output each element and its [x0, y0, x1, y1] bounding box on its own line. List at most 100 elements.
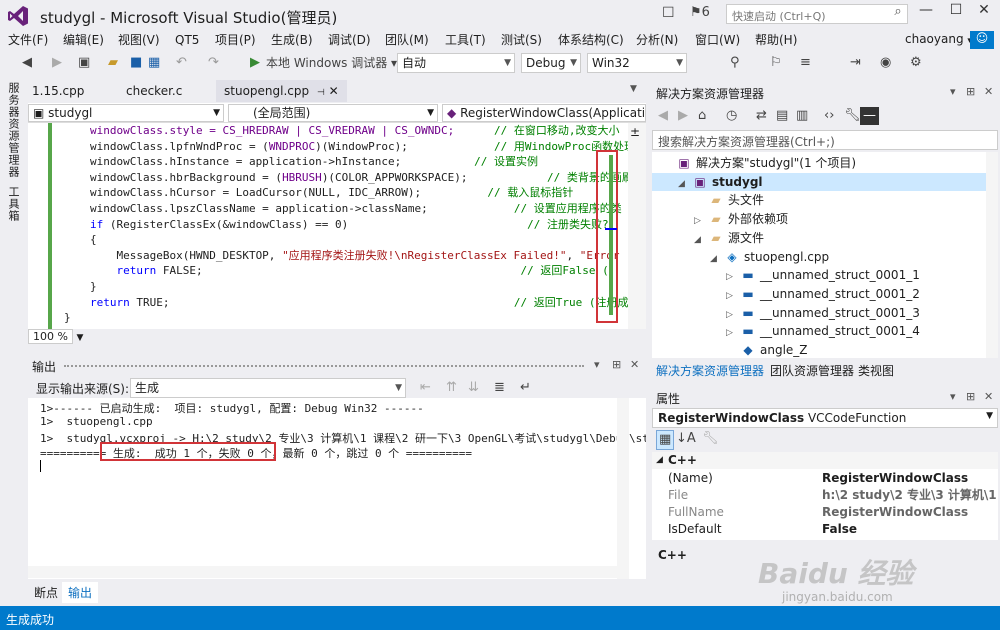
- expand-arrow-icon[interactable]: ▷: [726, 268, 740, 286]
- menu-item[interactable]: 测试(S): [501, 32, 542, 48]
- solution-configuration-combo[interactable]: Debug ▼: [521, 53, 581, 73]
- panel-menu-icon[interactable]: ▾: [950, 390, 956, 403]
- tree-scrollbar[interactable]: [986, 152, 998, 358]
- close-panel-icon[interactable]: ✕: [984, 85, 993, 98]
- close-panel-icon[interactable]: ✕: [984, 390, 993, 403]
- output-text[interactable]: 1>------ 已启动生成: 项目: studygl, 配置: Debug W…: [28, 398, 646, 579]
- panel-menu-icon[interactable]: ▾: [950, 85, 956, 98]
- function-combo[interactable]: ◆ RegisterWindowClass(Applicatio: [442, 104, 646, 122]
- output-horizontal-scrollbar[interactable]: [28, 566, 617, 578]
- property-row[interactable]: (Name) RegisterWindowClass: [652, 470, 998, 487]
- menu-item[interactable]: 工具(T): [445, 32, 486, 48]
- expand-arrow-icon[interactable]: ◢: [694, 231, 708, 249]
- property-row[interactable]: FullName RegisterWindowClass: [652, 504, 998, 521]
- comment-icon[interactable]: ≡: [800, 54, 811, 72]
- toolbox-tab[interactable]: 工具箱: [5, 186, 21, 222]
- word-wrap-icon[interactable]: ↵: [520, 379, 531, 397]
- close-panel-icon[interactable]: ✕: [630, 358, 639, 371]
- forward-icon[interactable]: ▶: [52, 54, 62, 72]
- back-icon[interactable]: ◀: [22, 54, 32, 72]
- tree-item[interactable]: ◢ ▣ studygl: [652, 172, 998, 193]
- tree-item[interactable]: ▷ ▬ __unnamed_struct_0001_3: [652, 304, 998, 322]
- code-editor[interactable]: windowClass.style = CS_HREDRAW | CS_VRED…: [28, 123, 646, 329]
- home-icon[interactable]: ⌂: [698, 107, 706, 125]
- property-category[interactable]: ◢ C++: [652, 452, 998, 469]
- user-avatar[interactable]: ☺: [970, 31, 994, 49]
- expand-arrow-icon[interactable]: ▷: [694, 212, 708, 230]
- maximize-button[interactable]: ☐: [942, 2, 970, 26]
- split-icon[interactable]: ±: [630, 125, 640, 139]
- tab-output[interactable]: 输出: [62, 582, 99, 603]
- feedback-icon[interactable]: ☐: [662, 5, 675, 21]
- menu-item[interactable]: 体系结构(C): [558, 32, 624, 48]
- pin-icon[interactable]: ⊞: [612, 358, 621, 371]
- bookmark-icon[interactable]: ⚐: [770, 54, 782, 72]
- tree-item[interactable]: ▰ 头文件: [652, 191, 998, 209]
- menu-item[interactable]: 窗口(W): [695, 32, 740, 48]
- solution-search-input[interactable]: 搜索解决方案资源管理器(Ctrl+;): [652, 130, 998, 150]
- user-name[interactable]: chaoyang ▾: [905, 32, 972, 46]
- quick-launch-input[interactable]: 快速启动 (Ctrl+Q): [726, 4, 908, 24]
- save-all-icon[interactable]: ▦: [148, 54, 160, 72]
- start-debug-icon[interactable]: ▶: [250, 54, 260, 72]
- expand-arrow-icon[interactable]: ▷: [726, 287, 740, 305]
- forward-icon[interactable]: ▶: [678, 107, 688, 125]
- pending-changes-icon[interactable]: ◷: [726, 107, 737, 125]
- tab-solution-explorer[interactable]: 解决方案资源管理器: [656, 362, 764, 379]
- goto-prev-message-icon[interactable]: ⇤: [420, 379, 431, 397]
- tab-1-15-cpp[interactable]: 1.15.cpp: [24, 80, 92, 102]
- search-icon[interactable]: ⌕: [888, 4, 908, 24]
- tab-checker-c[interactable]: checker.c: [118, 80, 190, 102]
- tree-item[interactable]: ▷ ▰ 外部依赖项: [652, 210, 998, 228]
- close-tab-icon[interactable]: ✕: [329, 84, 339, 98]
- output-source-combo[interactable]: 生成 ▼: [130, 378, 406, 398]
- expand-arrow-icon[interactable]: ◢: [678, 175, 692, 193]
- close-button[interactable]: ✕: [970, 2, 998, 26]
- step-icon[interactable]: ⇥: [850, 54, 861, 72]
- property-pages-icon[interactable]: 🔧︎: [702, 430, 719, 448]
- menu-item[interactable]: 调试(D): [328, 32, 371, 48]
- expand-arrow-icon[interactable]: ▷: [726, 306, 740, 324]
- toolbar-options-icon[interactable]: ⚙: [910, 54, 922, 72]
- menu-item[interactable]: 编辑(E): [63, 32, 104, 48]
- tree-item[interactable]: ▣ 解决方案"studygl"(1 个项目): [652, 154, 998, 172]
- menu-item[interactable]: 团队(M): [385, 32, 429, 48]
- config-combo[interactable]: 自动 ▼: [397, 53, 515, 73]
- view-code-icon[interactable]: ‹›: [824, 107, 834, 125]
- properties-object-combo[interactable]: RegisterWindowClass VCCodeFunction ▼: [652, 408, 998, 428]
- scope-combo[interactable]: (全局范围) ▼: [228, 104, 438, 122]
- menu-item[interactable]: 文件(F): [8, 32, 48, 48]
- tab-breakpoints[interactable]: 断点: [28, 582, 64, 603]
- expand-arrow-icon[interactable]: ◢: [710, 250, 724, 268]
- menu-item[interactable]: QT5: [175, 32, 199, 48]
- save-icon[interactable]: ■: [130, 54, 142, 72]
- show-all-files-icon[interactable]: ▥: [796, 107, 808, 125]
- expand-arrow-icon[interactable]: ▷: [726, 324, 740, 342]
- tab-dropdown-icon[interactable]: ▼: [630, 84, 637, 94]
- undo-icon[interactable]: ↶: [176, 54, 187, 72]
- panel-menu-icon[interactable]: ▾: [594, 358, 600, 371]
- pin-icon[interactable]: ⊞: [966, 390, 975, 403]
- server-explorer-tab[interactable]: 服务器资源管理器: [5, 82, 21, 178]
- open-file-icon[interactable]: ▰: [108, 54, 118, 72]
- redo-icon[interactable]: ↷: [208, 54, 219, 72]
- menu-item[interactable]: 项目(P): [215, 32, 256, 48]
- menu-item[interactable]: 帮助(H): [755, 32, 797, 48]
- categorized-icon[interactable]: ▦: [656, 430, 675, 450]
- breakpoint-icon[interactable]: ◉: [880, 54, 891, 72]
- property-row[interactable]: IsDefault False: [652, 521, 998, 538]
- tree-item[interactable]: ▷ ▬ __unnamed_struct_0001_4: [652, 322, 998, 340]
- tab-team-explorer[interactable]: 团队资源管理器: [770, 362, 854, 379]
- new-project-icon[interactable]: ▣: [78, 54, 90, 72]
- back-icon[interactable]: ◀: [658, 107, 668, 125]
- tree-item[interactable]: ◆ angle_Z: [652, 341, 998, 358]
- tree-item[interactable]: ◢ ◈ stuopengl.cpp: [652, 248, 998, 266]
- alphabetical-icon[interactable]: ↓A: [676, 430, 696, 448]
- menu-item[interactable]: 分析(N): [636, 32, 678, 48]
- sync-icon[interactable]: ⇄: [756, 107, 767, 125]
- goto-next-icon[interactable]: ⇈: [446, 379, 457, 397]
- pin-icon[interactable]: ⊞: [966, 85, 975, 98]
- clear-all-icon[interactable]: ≣: [494, 379, 505, 397]
- solution-tree[interactable]: ▣ 解决方案"studygl"(1 个项目) ◢ ▣ studygl ▰ 头文件 ▷ ▰ 外部依赖…: [652, 152, 998, 358]
- menu-item[interactable]: 视图(V): [118, 32, 160, 48]
